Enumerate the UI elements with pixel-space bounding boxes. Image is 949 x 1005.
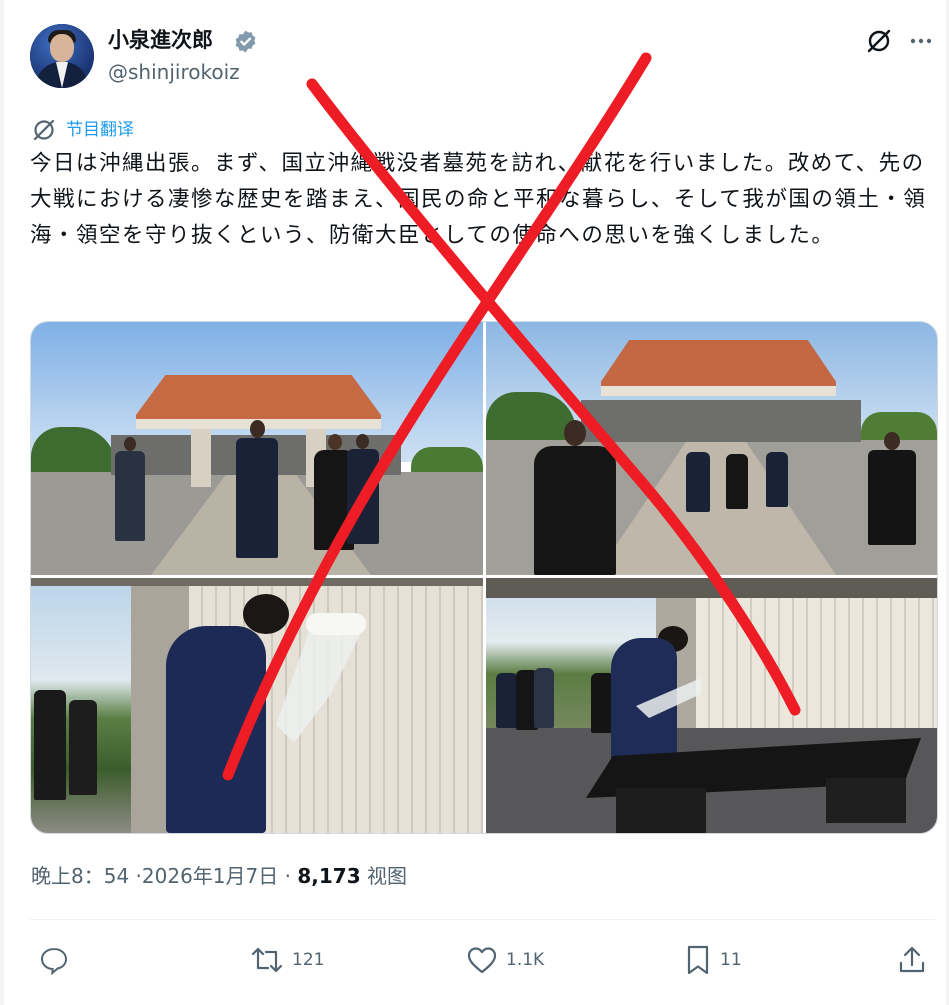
bookmark-count: 11 — [720, 950, 742, 970]
tweet-text: 今日は沖縄出張。まず、国立沖縄戦没者墓苑を訪れ、献花を行いました。改めて、先の大… — [30, 151, 927, 248]
post-date[interactable]: 2026年1月7日 — [142, 864, 278, 888]
views-label: 视图 — [366, 864, 407, 888]
translate-post-link[interactable]: 节目翻译 — [32, 118, 134, 142]
share-icon — [899, 946, 925, 973]
photo-bowing-with-flowers[interactable] — [31, 578, 483, 833]
bookmark-button[interactable]: 11 — [684, 940, 742, 980]
media-grid[interactable] — [30, 321, 938, 834]
retweet-button[interactable]: 121 — [250, 940, 324, 980]
translate-icon — [33, 119, 55, 141]
views-count: 8,173 — [297, 864, 361, 888]
photo-memorial-security-detail[interactable] — [486, 322, 937, 575]
translate-label: 节目翻译 — [66, 120, 134, 140]
left-edge — [0, 0, 4, 1005]
photo-bowing-at-altar[interactable] — [486, 578, 937, 833]
share-button[interactable] — [896, 940, 928, 980]
reply-icon — [40, 947, 68, 976]
more-icon[interactable] — [904, 24, 938, 58]
grok-icon[interactable] — [862, 24, 896, 58]
like-icon — [467, 947, 497, 974]
retweet-icon — [251, 947, 283, 973]
post-time[interactable]: 晚上8：54 — [31, 864, 129, 888]
avatar[interactable] — [30, 24, 94, 88]
like-button[interactable]: 1.1K — [466, 940, 544, 980]
author-handle[interactable]: @shinjirokoiz — [108, 59, 240, 85]
bookmark-icon — [687, 945, 709, 975]
like-count: 1.1K — [506, 950, 545, 970]
post-meta: 晚上8：54 ·2026年1月7日 · 8,173 视图 — [31, 864, 407, 888]
retweet-count: 121 — [292, 950, 325, 970]
reply-button[interactable] — [38, 940, 70, 980]
divider — [30, 919, 935, 920]
verified-badge-icon — [235, 30, 256, 53]
photo-memorial-group-walking[interactable] — [31, 322, 483, 575]
author-name[interactable]: 小泉進次郎 — [108, 26, 213, 54]
